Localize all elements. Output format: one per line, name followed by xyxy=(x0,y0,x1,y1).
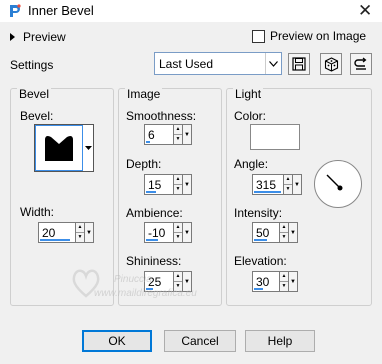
depth-field[interactable]: 15 xyxy=(144,174,174,195)
width-label: Width: xyxy=(20,205,55,219)
depth-stepper[interactable]: ▲ ▼ xyxy=(174,174,183,195)
step-up-icon[interactable]: ▲ xyxy=(284,175,292,184)
ambience-label: Ambience: xyxy=(126,206,183,220)
angle-slider-bar[interactable] xyxy=(254,191,281,193)
light-color-swatch[interactable] xyxy=(250,124,300,150)
settings-label: Settings xyxy=(10,58,54,72)
help-button[interactable]: Help xyxy=(245,330,315,352)
caret-down-icon xyxy=(84,146,92,150)
depth-value: 15 xyxy=(148,178,162,192)
width-spinner[interactable]: 20 ▲ ▼ ▼ xyxy=(38,222,94,243)
ambience-slider-bar[interactable] xyxy=(146,239,158,241)
color-label: Color: xyxy=(234,109,267,123)
chevron-down-icon[interactable] xyxy=(265,53,281,74)
step-down-icon[interactable]: ▼ xyxy=(174,184,182,194)
intensity-field[interactable]: 50 xyxy=(252,222,280,243)
intensity-spinner[interactable]: 50 ▲ ▼ ▼ xyxy=(252,222,298,243)
step-down-icon[interactable]: ▼ xyxy=(174,134,182,144)
step-up-icon[interactable]: ▲ xyxy=(76,223,84,232)
preview-label: Preview xyxy=(23,30,66,44)
ambience-spinner[interactable]: -10 ▲ ▼ ▼ xyxy=(144,222,192,243)
watermark-author: Pinuccia xyxy=(114,274,152,285)
light-group-title: Light xyxy=(233,87,264,101)
bevel-shape-icon xyxy=(45,136,73,161)
ambience-value: -10 xyxy=(148,226,166,240)
step-up-icon[interactable]: ▲ xyxy=(280,223,288,232)
smoothness-field[interactable]: 6 xyxy=(144,124,174,145)
step-down-icon[interactable]: ▼ xyxy=(280,281,288,291)
angle-field[interactable]: 315 xyxy=(252,174,284,195)
width-slider-toggle[interactable]: ▼ xyxy=(85,222,94,243)
smoothness-slider-bar[interactable] xyxy=(146,141,150,143)
window-title: Inner Bevel xyxy=(28,3,94,18)
step-down-icon[interactable]: ▼ xyxy=(76,232,84,242)
intensity-slider-toggle[interactable]: ▼ xyxy=(289,222,298,243)
smoothness-value: 6 xyxy=(148,128,155,142)
close-icon[interactable]: ✕ xyxy=(358,0,372,22)
width-value: 20 xyxy=(42,226,56,240)
ok-button[interactable]: OK xyxy=(82,330,152,352)
depth-slider-bar[interactable] xyxy=(146,191,156,193)
floppy-disk-icon xyxy=(292,57,306,71)
title-bar: Inner Bevel ✕ xyxy=(0,0,382,22)
angle-value: 315 xyxy=(256,178,277,192)
dice-icon xyxy=(324,56,338,72)
angle-stepper[interactable]: ▲ ▼ xyxy=(284,174,293,195)
step-up-icon[interactable]: ▲ xyxy=(174,125,182,134)
shininess-label: Shininess: xyxy=(126,254,182,268)
watermark: Pinuccia www.maildiregrafica.eu xyxy=(72,268,262,308)
app-icon xyxy=(8,3,22,19)
ambience-slider-toggle[interactable]: ▼ xyxy=(183,222,192,243)
image-group-title: Image xyxy=(125,87,163,101)
ambience-stepper[interactable]: ▲ ▼ xyxy=(174,222,183,243)
angle-label: Angle: xyxy=(234,157,269,171)
intensity-value: 50 xyxy=(256,226,270,240)
smoothness-spinner[interactable]: 6 ▲ ▼ ▼ xyxy=(144,124,192,145)
bevel-label: Bevel: xyxy=(20,109,54,123)
intensity-label: Intensity: xyxy=(234,206,283,220)
smoothness-label: Smoothness: xyxy=(126,109,197,123)
preview-on-image-checkbox[interactable]: Preview on Image xyxy=(252,29,366,43)
bevel-shape-picker[interactable] xyxy=(34,124,94,172)
settings-value: Last Used xyxy=(159,57,214,71)
preview-on-image-label: Preview on Image xyxy=(270,29,367,43)
step-down-icon[interactable]: ▼ xyxy=(284,184,292,194)
angle-slider-toggle[interactable]: ▼ xyxy=(293,174,302,195)
elevation-stepper[interactable]: ▲ ▼ xyxy=(280,271,289,292)
depth-spinner[interactable]: 15 ▲ ▼ ▼ xyxy=(144,174,192,195)
bevel-group-title: Bevel xyxy=(17,87,52,101)
width-stepper[interactable]: ▲ ▼ xyxy=(76,222,85,243)
save-preset-button[interactable] xyxy=(288,53,310,75)
intensity-stepper[interactable]: ▲ ▼ xyxy=(280,222,289,243)
checkbox-box[interactable] xyxy=(252,29,265,43)
width-field[interactable]: 20 xyxy=(38,222,76,243)
watermark-url: www.maildiregrafica.eu xyxy=(94,288,197,299)
expand-triangle-icon xyxy=(10,33,15,41)
depth-slider-toggle[interactable]: ▼ xyxy=(183,174,192,195)
preview-toggle[interactable]: Preview xyxy=(10,30,66,44)
step-down-icon[interactable]: ▼ xyxy=(174,232,182,242)
angle-dial-icon xyxy=(326,174,343,191)
randomize-button[interactable] xyxy=(320,53,342,75)
bevel-dropdown-arrow[interactable] xyxy=(83,125,93,171)
step-up-icon[interactable]: ▲ xyxy=(174,223,182,232)
elevation-slider-toggle[interactable]: ▼ xyxy=(289,271,298,292)
reset-defaults-button[interactable] xyxy=(350,53,372,75)
bevel-shape-preview xyxy=(35,125,83,171)
width-slider-bar[interactable] xyxy=(40,239,70,241)
step-up-icon[interactable]: ▲ xyxy=(174,175,182,184)
intensity-slider-bar[interactable] xyxy=(254,239,267,241)
angle-spinner[interactable]: 315 ▲ ▼ ▼ xyxy=(252,174,302,195)
smoothness-stepper[interactable]: ▲ ▼ xyxy=(174,124,183,145)
depth-label: Depth: xyxy=(126,157,162,171)
elevation-label: Elevation: xyxy=(234,254,287,268)
step-up-icon[interactable]: ▲ xyxy=(280,272,288,281)
reset-icon xyxy=(354,57,367,70)
smoothness-slider-toggle[interactable]: ▼ xyxy=(183,124,192,145)
cancel-button[interactable]: Cancel xyxy=(164,330,236,352)
step-down-icon[interactable]: ▼ xyxy=(280,232,288,242)
settings-dropdown[interactable]: Last Used xyxy=(154,52,282,75)
ambience-field[interactable]: -10 xyxy=(144,222,174,243)
angle-dial[interactable] xyxy=(314,160,362,208)
